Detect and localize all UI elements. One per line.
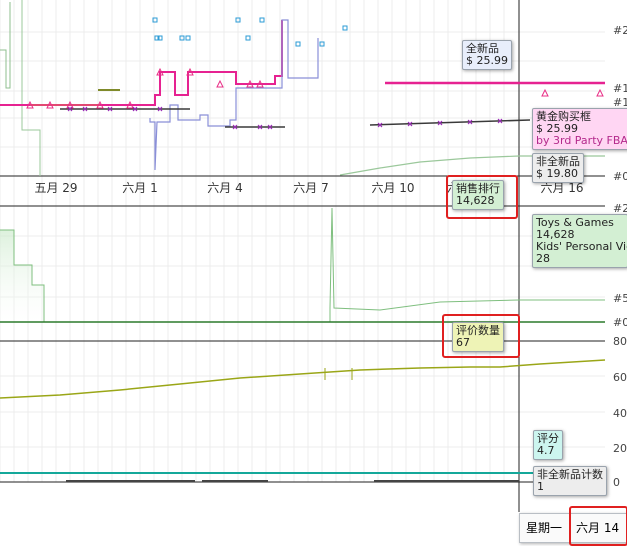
marker-amazon-square [259,17,265,23]
marker-amazon-square [342,25,348,31]
tooltip-buybox-seller: by 3rd Party FBA [536,134,627,147]
y-tick-label: #0 [613,170,627,183]
y-tick-label: 0 [613,476,620,489]
x-tick-label: 六月 10 [371,181,414,195]
x-tick-label: 六月 7 [293,181,328,195]
marker-amazon-square [295,41,301,47]
tooltip-review-count: 评价数量 67 [452,322,504,352]
tooltip-rating-value: 4.7 [537,444,555,457]
tooltip-count-value: 1 [537,480,544,493]
series-lines [0,0,606,482]
y-tick-label: 60 [613,371,627,384]
marker-amazon-square [185,35,191,41]
y-tick-label: #0 [613,316,627,329]
tooltip-new-price: 全新品 $ 25.99 [462,40,512,70]
series-rank-early [21,0,41,176]
cursor-date: 六月 14 [576,521,620,535]
x-tick-label: 六月 1 [122,181,157,195]
tooltip-used-value: $ 19.80 [536,167,578,180]
cursor-weekday: 星期一 [526,521,563,535]
grid-lines [0,0,605,482]
marker-amazon-square [245,35,251,41]
tooltip-rank-value: 14,628 [456,194,495,207]
x-tick-label: 六月 16 [540,181,583,195]
y-tick-label: 40 [613,407,627,420]
series-sales-rank-area [0,206,44,322]
x-tick-label: 五月 29 [34,181,77,195]
tooltip-used-price: 非全新品 $ 19.80 [532,153,584,183]
y-tick-label: #2 [613,24,627,37]
y-tick-label: #5 [613,292,627,305]
tooltip-category-rank: Toys & Games 14,628 Kids' Personal Vid 2… [532,214,627,268]
keepa-price-chart[interactable]: 五月 29六月 1六月 4六月 7六月 10六月 13六月 16 #2#1#1#… [0,0,627,546]
y-tick-label: #1 [613,82,627,95]
series-third-party-late [369,119,531,126]
series-review-count [0,359,606,399]
cursor-date-readout: 星期一 六月 14 [519,513,627,543]
panel-frames [0,0,605,512]
tooltip-rating: 评分 4.7 [533,430,563,460]
series-sales-rank [0,207,605,323]
tooltip-subcategory-value: 28 [536,252,550,265]
x-tick-label: 六月 4 [207,181,242,195]
y-tick-label: 80 [613,335,627,348]
y-tick-label: 20 [613,442,627,455]
series-review-dips [324,368,353,380]
tooltip-new-value: $ 25.99 [466,54,508,67]
tooltip-reviews-value: 67 [456,336,470,349]
tooltip-buybox: 黄金购买框 $ 25.99 by 3rd Party FBA [532,108,627,150]
series-amazon-history [0,2,11,89]
tooltip-sales-rank: 销售排行 14,628 [452,180,504,210]
tooltip-count-label: 非全新品计数 [537,468,603,481]
marker-new [216,79,224,88]
series-markers [26,17,604,130]
tooltip-used-count: 非全新品计数 1 [533,466,607,496]
